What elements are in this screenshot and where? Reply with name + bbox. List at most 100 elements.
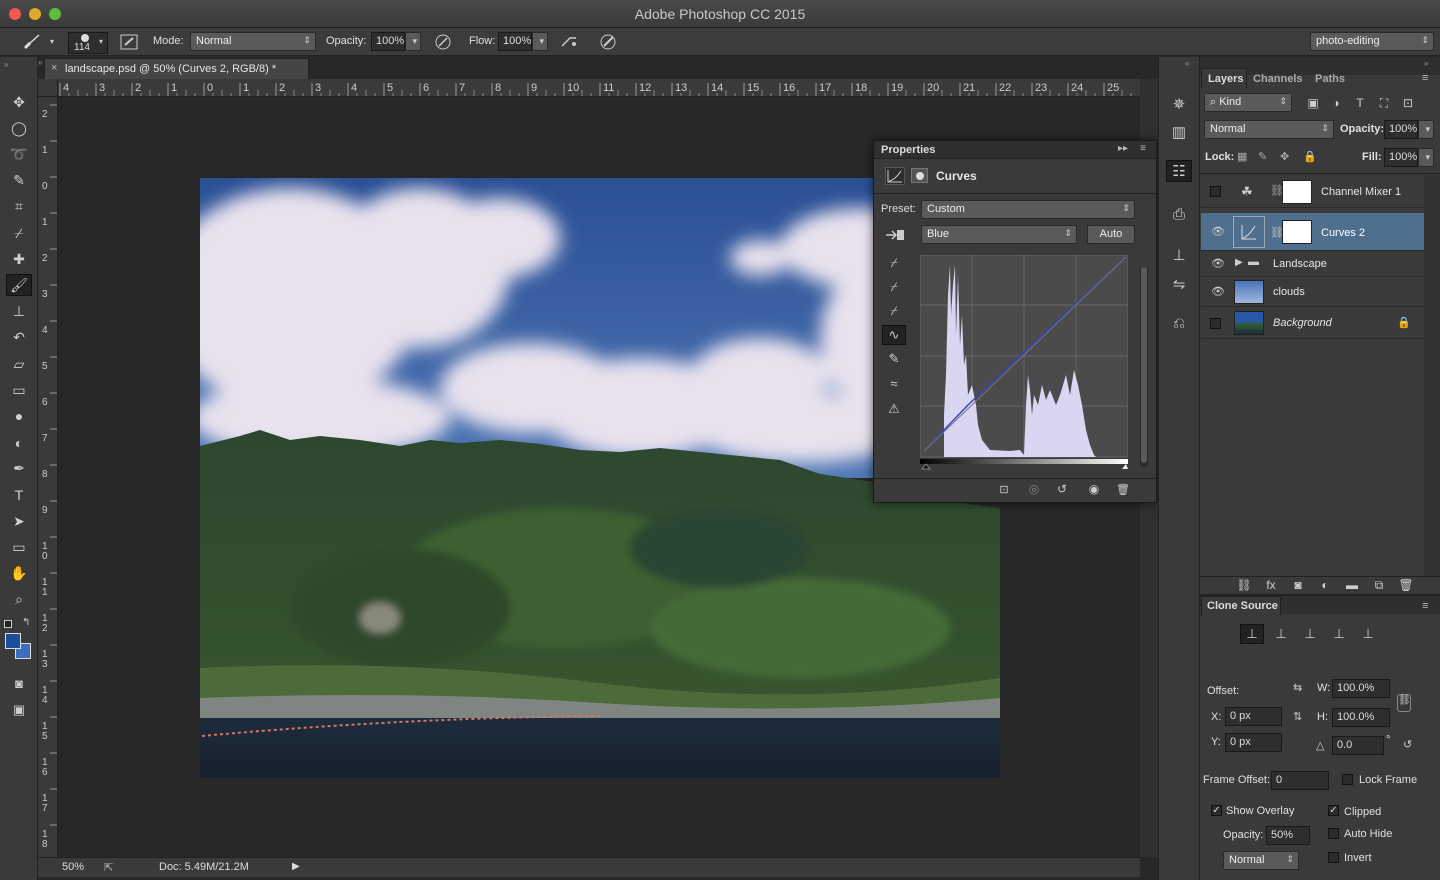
tab-clone-source[interactable]: Clone Source <box>1201 596 1281 616</box>
curve-point-icon[interactable]: ∿ <box>882 325 906 345</box>
width-input[interactable]: 100.0% <box>1332 679 1390 698</box>
layer-row-landscape-group[interactable]: 👁 ▶ ▬ Landscape <box>1201 251 1424 277</box>
filter-pixel-icon[interactable]: ▣ <box>1303 94 1323 112</box>
mode-select[interactable]: Normal ⇕ <box>190 32 316 51</box>
tab-paths[interactable]: Paths <box>1315 73 1345 85</box>
doc-info[interactable]: Doc: 5.49M/21.2M <box>159 861 249 873</box>
panel-menu-icon[interactable]: ≡ <box>1140 143 1146 154</box>
opacity-dropdown[interactable]: ▾ <box>405 32 421 51</box>
clone-stamp-tool-icon[interactable]: ⊥ <box>6 301 32 323</box>
marquee-tool-icon[interactable]: ◯ <box>6 117 32 139</box>
blend-mode-select[interactable]: Normal ⇕ <box>1204 120 1334 139</box>
filter-type-icon[interactable]: T <box>1350 94 1370 112</box>
visibility-eye-icon[interactable]: 👁 <box>1211 287 1225 298</box>
show-overlay-checkbox[interactable]: ✓ <box>1211 805 1222 816</box>
clip-to-layer-icon[interactable]: ⊡ <box>994 481 1014 497</box>
pressure-size-icon[interactable] <box>597 32 619 52</box>
properties-icon[interactable]: ☷ <box>1166 160 1192 182</box>
filter-kind-select[interactable]: ⌕ Kind ⇕ <box>1204 93 1292 112</box>
lock-frame-checkbox[interactable] <box>1342 774 1353 785</box>
flip-horizontal-icon[interactable]: ⇆ <box>1293 681 1302 694</box>
new-adjustment-icon[interactable]: ◐ <box>1315 576 1335 594</box>
quick-select-tool-icon[interactable]: ✎ <box>6 170 32 192</box>
share-icon[interactable]: ⇱ <box>104 861 113 874</box>
sample-black-eyedropper-icon[interactable]: ⌿ <box>882 253 906 273</box>
flip-vertical-icon[interactable]: ⇅ <box>1293 710 1302 723</box>
pressure-opacity-icon[interactable] <box>432 32 454 52</box>
pencil-draw-icon[interactable]: ✎ <box>882 349 906 369</box>
foreground-color-swatch[interactable] <box>5 633 21 649</box>
lock-pixels-icon[interactable]: ✎ <box>1258 150 1267 163</box>
brush-presets-icon[interactable]: ⇋ <box>1166 273 1192 295</box>
preset-select[interactable]: Custom ⇕ <box>921 200 1135 219</box>
new-layer-icon[interactable]: ⧉ <box>1369 576 1389 594</box>
brush-tool-preset-icon[interactable] <box>20 32 44 52</box>
smooth-curve-icon[interactable]: ≈ <box>882 373 906 393</box>
play-arrow-icon[interactable]: ▶ <box>292 861 300 872</box>
opacity-input[interactable]: 100% <box>371 32 405 51</box>
frame-offset-input[interactable]: 0 <box>1271 771 1329 790</box>
navigator-icon[interactable]: ✵ <box>1166 93 1192 115</box>
add-mask-icon[interactable]: ◙ <box>1288 576 1308 594</box>
zoom-level[interactable]: 50% <box>62 861 84 873</box>
expand-icon[interactable]: « <box>1185 59 1189 68</box>
brush-panel-toggle-icon[interactable] <box>118 32 140 52</box>
filter-shape-icon[interactable]: ⛶ <box>1374 94 1394 112</box>
layer-row-clouds[interactable]: 👁 clouds <box>1201 277 1424 307</box>
chevron-down-icon[interactable]: ▾ <box>47 36 57 46</box>
clone-source-icon[interactable]: ⊥ <box>1166 244 1192 266</box>
screen-mode-icon[interactable]: ▣ <box>6 700 32 720</box>
layer-row-curves[interactable]: 👁 ⛓ Curves 2 <box>1201 213 1424 251</box>
close-tab-icon[interactable]: × <box>51 62 57 74</box>
history-brush-tool-icon[interactable]: ↶ <box>6 327 32 349</box>
link-layers-icon[interactable]: ⛓ <box>1234 576 1254 594</box>
default-colors-icon[interactable] <box>4 620 12 628</box>
expand-group-icon[interactable]: ▶ <box>1235 257 1243 268</box>
overlay-opacity-input[interactable]: 50% <box>1266 826 1310 845</box>
layer-thumbnail[interactable] <box>1234 280 1264 304</box>
clipping-warning-icon[interactable]: ⚠ <box>882 399 906 419</box>
ruler-origin[interactable] <box>38 79 58 97</box>
brushes-icon[interactable]: ⎙ <box>1166 203 1192 225</box>
panel-menu-icon[interactable]: ≡ <box>1422 600 1428 612</box>
properties-scrollbar[interactable] <box>1140 267 1148 467</box>
flow-input[interactable]: 100% <box>498 32 532 51</box>
fill-dropdown[interactable]: ▾ <box>1418 148 1434 167</box>
lock-all-icon[interactable]: 🔒 <box>1303 150 1317 163</box>
layer-opacity-dropdown[interactable]: ▾ <box>1418 120 1434 139</box>
y-input[interactable]: 0 px <box>1225 733 1282 752</box>
sample-gray-eyedropper-icon[interactable]: ⌿ <box>882 277 906 297</box>
healing-brush-tool-icon[interactable]: ✚ <box>6 248 32 270</box>
overlay-blend-select[interactable]: Normal ⇕ <box>1223 851 1299 870</box>
targeted-adjustment-icon[interactable] <box>883 225 907 245</box>
lock-transparent-icon[interactable]: ▦ <box>1237 150 1247 163</box>
tab-layers[interactable]: Layers <box>1201 68 1247 88</box>
link-icon[interactable]: ⛓ <box>1397 694 1411 712</box>
path-select-tool-icon[interactable]: ➤ <box>6 510 32 532</box>
visibility-eye-icon[interactable]: 👁 <box>1211 259 1225 270</box>
layer-opacity-input[interactable]: 100% <box>1384 120 1418 139</box>
clipped-checkbox[interactable]: ✓ <box>1328 805 1339 816</box>
brush-tool-icon[interactable]: 🖌 <box>6 274 32 297</box>
airbrush-icon[interactable] <box>559 32 581 52</box>
new-group-icon[interactable]: ▬ <box>1342 576 1362 594</box>
layer-row-background[interactable]: Background 🔒 <box>1201 307 1424 339</box>
invert-checkbox[interactable] <box>1328 852 1339 863</box>
history-icon[interactable]: ⎌ <box>1166 312 1192 334</box>
reset-transform-icon[interactable]: ↺ <box>1403 738 1412 751</box>
clone-source-slot-icon[interactable]: ⊥ <box>1327 624 1351 644</box>
eyedropper-tool-icon[interactable]: ⌿ <box>6 222 32 244</box>
layer-mask-thumbnail[interactable] <box>1282 180 1312 204</box>
reset-icon[interactable]: ↺ <box>1052 481 1072 497</box>
delete-layer-icon[interactable]: 🗑 <box>1396 576 1416 594</box>
blur-tool-icon[interactable]: ● <box>6 405 32 427</box>
visibility-eye-icon[interactable]: ◉ <box>1084 481 1104 497</box>
visibility-checkbox[interactable] <box>1210 186 1221 197</box>
dodge-tool-icon[interactable]: ◐ <box>6 432 32 454</box>
type-tool-icon[interactable]: T <box>6 484 32 506</box>
zoom-tool-icon[interactable]: ⌕ <box>6 589 32 611</box>
curves-adjustment-icon[interactable] <box>885 167 905 185</box>
filter-adjustment-icon[interactable]: ◑ <box>1326 94 1346 112</box>
channel-select[interactable]: Blue ⇕ <box>921 225 1077 244</box>
tab-channels[interactable]: Channels <box>1253 73 1303 85</box>
